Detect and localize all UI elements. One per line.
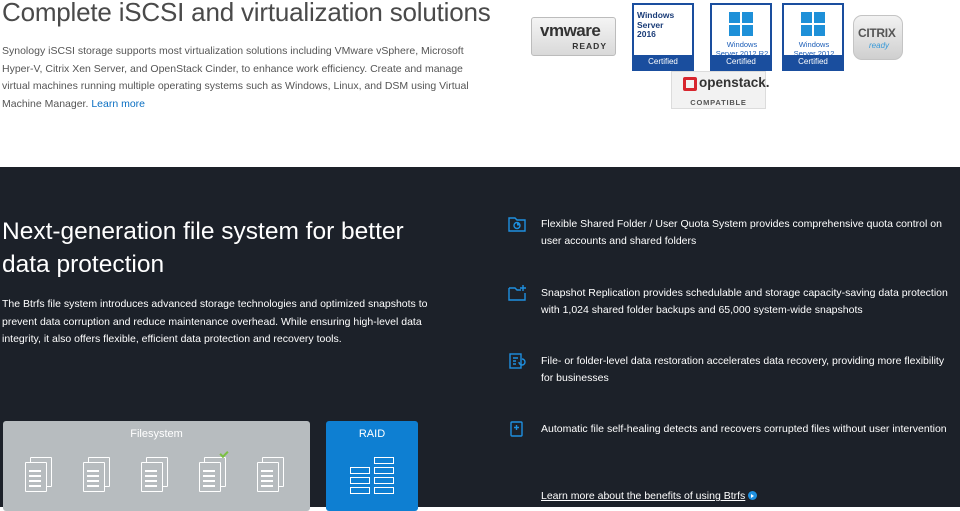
snapshot-replication-icon	[508, 285, 526, 301]
win2012-certified: Certified	[784, 55, 842, 69]
document-icon	[83, 457, 111, 493]
iscsi-section: Complete iSCSI and virtualization soluti…	[0, 0, 960, 167]
feature-restoration-text: File- or folder-level data restoration a…	[541, 355, 945, 384]
filesystem-diagram-panel: Filesystem	[3, 421, 310, 511]
windows-logo-icon	[801, 12, 825, 36]
windows-server-2012-badge: Windows Server 2012 Certified	[782, 3, 844, 71]
feature-snapshot-text: Snapshot Replication provides schedulabl…	[541, 287, 948, 316]
windows-server-2012-r2-badge: Windows Server 2012 R2 Certified	[710, 3, 772, 71]
btrfs-description: The Btrfs file system introduces advance…	[2, 298, 428, 345]
document-checked-icon	[199, 448, 229, 493]
win2012r2-certified: Certified	[712, 55, 770, 69]
btrfs-learn-more-link[interactable]: Learn more about the benefits of using B…	[541, 490, 758, 502]
raid-blocks-icon	[350, 457, 396, 495]
iscsi-description: Synology iSCSI storage supports most vir…	[2, 43, 472, 113]
win2016-certified: Certified	[634, 55, 692, 69]
win2016-line3: 2016	[637, 29, 656, 39]
self-healing-icon	[510, 421, 523, 437]
citrix-logo-text: CITRIX	[858, 26, 896, 40]
btrfs-learn-more-text[interactable]: Learn more about the benefits of using B…	[541, 490, 745, 502]
filesystem-label: Filesystem	[130, 428, 183, 440]
vmware-ready-badge: vmware READY	[531, 17, 616, 56]
feature-quota-text: Flexible Shared Folder / User Quota Syst…	[541, 218, 942, 247]
openstack-compatible-text: COMPATIBLE	[690, 98, 747, 107]
iscsi-title: Complete iSCSI and virtualization soluti…	[2, 0, 491, 27]
openstack-logo-icon	[683, 77, 697, 91]
openstack-compatible-badge: openstack. COMPATIBLE	[671, 71, 770, 109]
btrfs-section: Next-generation file system for better d…	[0, 167, 960, 511]
document-icon	[25, 457, 53, 493]
raid-label: RAID	[358, 428, 386, 440]
document-icon	[257, 457, 285, 493]
data-restoration-icon	[509, 353, 526, 369]
shared-folder-quota-icon	[508, 217, 526, 232]
arrow-right-circle-icon[interactable]	[748, 491, 758, 500]
windows-server-2016-badge: Windows Server 2016 Certified	[632, 3, 694, 71]
feature-self-healing-text: Automatic file self-healing detects and …	[541, 423, 947, 435]
iscsi-learn-more-link[interactable]: Learn more	[91, 98, 145, 110]
vmware-ready-text: READY	[572, 41, 607, 51]
citrix-ready-text: ready	[869, 41, 890, 50]
iscsi-description-text: Synology iSCSI storage supports most vir…	[2, 45, 469, 110]
raid-diagram-panel: RAID	[326, 421, 418, 511]
citrix-ready-badge: CITRIX ready	[853, 15, 903, 60]
windows-logo-icon	[729, 12, 753, 36]
vmware-logo-text: vmware	[540, 21, 601, 40]
openstack-logo-text: openstack.	[699, 75, 770, 90]
win2016-text: Windows Server 2016	[637, 10, 674, 40]
btrfs-title: Next-generation file system for better d…	[2, 218, 404, 278]
document-icon	[141, 457, 169, 493]
